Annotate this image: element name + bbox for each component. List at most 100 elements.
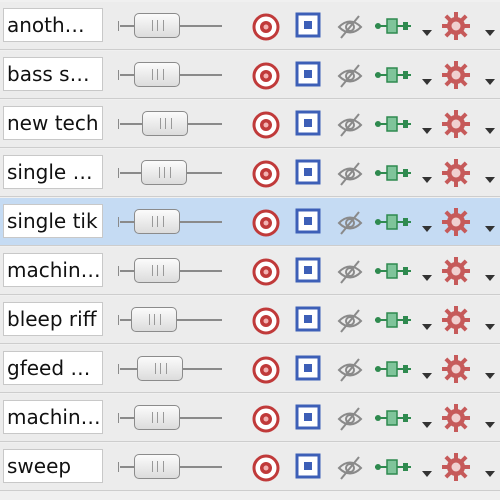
slider-thumb[interactable]	[134, 258, 180, 283]
gear-icon[interactable]	[441, 452, 471, 482]
gear-icon[interactable]	[441, 256, 471, 286]
track-name-field[interactable]: gfeed …	[3, 351, 103, 385]
gear-icon[interactable]	[441, 207, 471, 237]
record-arm-icon[interactable]	[252, 62, 280, 90]
hide-eye-icon[interactable]	[337, 161, 363, 187]
monitor-icon[interactable]	[295, 208, 321, 234]
record-arm-icon[interactable]	[252, 160, 280, 188]
monitor-icon[interactable]	[295, 257, 321, 283]
record-arm-icon[interactable]	[252, 307, 280, 335]
track-row[interactable]: bleep riff	[0, 296, 500, 344]
slider-thumb[interactable]	[134, 209, 180, 234]
volume-slider[interactable]	[118, 61, 224, 89]
slider-thumb[interactable]	[142, 111, 188, 136]
hide-eye-icon[interactable]	[337, 112, 363, 138]
volume-slider[interactable]	[118, 159, 224, 187]
chevron-down-icon[interactable]	[421, 169, 433, 183]
track-name-field[interactable]: single tik	[3, 204, 103, 238]
monitor-icon[interactable]	[295, 453, 321, 479]
track-row[interactable]: machin…	[0, 247, 500, 295]
chevron-down-icon[interactable]	[421, 71, 433, 85]
chevron-down-icon[interactable]	[421, 463, 433, 477]
hide-eye-icon[interactable]	[337, 210, 363, 236]
volume-slider[interactable]	[118, 453, 224, 481]
routing-icon[interactable]	[373, 310, 413, 330]
hide-eye-icon[interactable]	[337, 357, 363, 383]
routing-icon[interactable]	[373, 16, 413, 36]
monitor-icon[interactable]	[295, 306, 321, 332]
routing-icon[interactable]	[373, 65, 413, 85]
chevron-down-icon[interactable]	[484, 218, 496, 232]
slider-thumb[interactable]	[134, 62, 180, 87]
gear-icon[interactable]	[441, 158, 471, 188]
chevron-down-icon[interactable]	[484, 169, 496, 183]
hide-eye-icon[interactable]	[337, 63, 363, 89]
chevron-down-icon[interactable]	[421, 365, 433, 379]
routing-icon[interactable]	[373, 359, 413, 379]
track-name-field[interactable]: bleep riff	[3, 302, 103, 336]
chevron-down-icon[interactable]	[484, 316, 496, 330]
routing-icon[interactable]	[373, 114, 413, 134]
track-name-field[interactable]: machin…	[3, 253, 103, 287]
record-arm-icon[interactable]	[252, 258, 280, 286]
volume-slider[interactable]	[118, 306, 224, 334]
track-row[interactable]: anoth…	[0, 2, 500, 50]
track-name-field[interactable]: bass s…	[3, 57, 103, 91]
chevron-down-icon[interactable]	[484, 365, 496, 379]
gear-icon[interactable]	[441, 354, 471, 384]
track-name-field[interactable]: anoth…	[3, 8, 103, 42]
record-arm-icon[interactable]	[252, 13, 280, 41]
gear-icon[interactable]	[441, 109, 471, 139]
chevron-down-icon[interactable]	[484, 120, 496, 134]
hide-eye-icon[interactable]	[337, 308, 363, 334]
track-row[interactable]: bass s…	[0, 51, 500, 99]
track-row[interactable]: machin…	[0, 394, 500, 442]
monitor-icon[interactable]	[295, 159, 321, 185]
routing-icon[interactable]	[373, 261, 413, 281]
monitor-icon[interactable]	[295, 355, 321, 381]
volume-slider[interactable]	[118, 12, 224, 40]
chevron-down-icon[interactable]	[421, 267, 433, 281]
gear-icon[interactable]	[441, 60, 471, 90]
routing-icon[interactable]	[373, 163, 413, 183]
track-row[interactable]: new tech	[0, 100, 500, 148]
volume-slider[interactable]	[118, 355, 224, 383]
chevron-down-icon[interactable]	[484, 463, 496, 477]
volume-slider[interactable]	[118, 404, 224, 432]
volume-slider[interactable]	[118, 110, 224, 138]
slider-thumb[interactable]	[134, 454, 180, 479]
chevron-down-icon[interactable]	[421, 218, 433, 232]
slider-thumb[interactable]	[141, 160, 187, 185]
slider-thumb[interactable]	[137, 356, 183, 381]
record-arm-icon[interactable]	[252, 405, 280, 433]
routing-icon[interactable]	[373, 408, 413, 428]
chevron-down-icon[interactable]	[484, 267, 496, 281]
volume-slider[interactable]	[118, 208, 224, 236]
track-row[interactable]: gfeed …	[0, 345, 500, 393]
track-name-field[interactable]: machin…	[3, 400, 103, 434]
chevron-down-icon[interactable]	[421, 22, 433, 36]
monitor-icon[interactable]	[295, 12, 321, 38]
record-arm-icon[interactable]	[252, 209, 280, 237]
chevron-down-icon[interactable]	[421, 414, 433, 428]
gear-icon[interactable]	[441, 403, 471, 433]
track-row[interactable]: single …	[0, 149, 500, 197]
chevron-down-icon[interactable]	[421, 316, 433, 330]
hide-eye-icon[interactable]	[337, 14, 363, 40]
hide-eye-icon[interactable]	[337, 406, 363, 432]
gear-icon[interactable]	[441, 11, 471, 41]
monitor-icon[interactable]	[295, 110, 321, 136]
track-row[interactable]: sweep	[0, 443, 500, 491]
volume-slider[interactable]	[118, 257, 224, 285]
record-arm-icon[interactable]	[252, 111, 280, 139]
monitor-icon[interactable]	[295, 404, 321, 430]
slider-thumb[interactable]	[134, 13, 180, 38]
record-arm-icon[interactable]	[252, 454, 280, 482]
record-arm-icon[interactable]	[252, 356, 280, 384]
chevron-down-icon[interactable]	[484, 22, 496, 36]
hide-eye-icon[interactable]	[337, 259, 363, 285]
track-row[interactable]: single tik	[0, 198, 500, 246]
track-name-field[interactable]: sweep	[3, 449, 103, 483]
gear-icon[interactable]	[441, 305, 471, 335]
hide-eye-icon[interactable]	[337, 455, 363, 481]
